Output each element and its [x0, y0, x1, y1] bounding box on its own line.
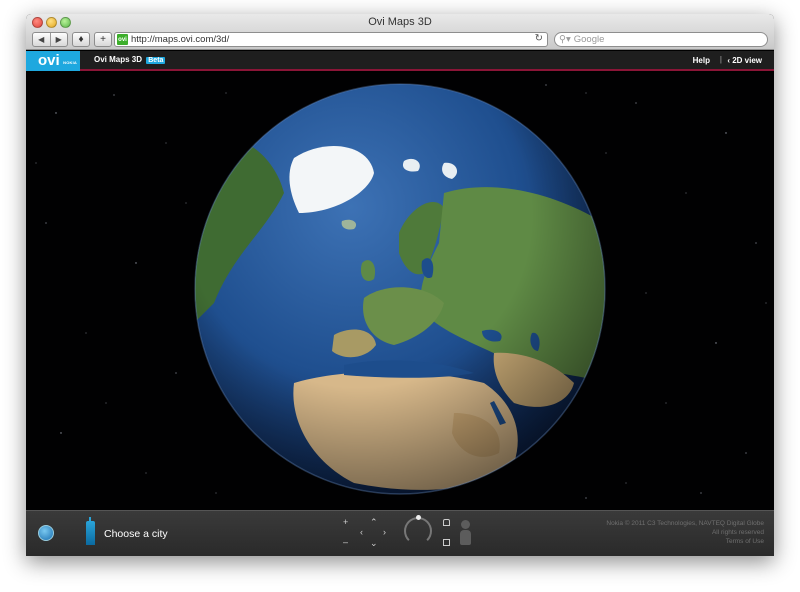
- earth-globe[interactable]: [194, 83, 606, 495]
- credits-line-1: Nokia © 2011 C3 Technologies, NAVTEQ Dig…: [606, 520, 764, 527]
- evernote-extension-icon[interactable]: ♦: [72, 32, 90, 47]
- logo-subtext: NOKIA: [63, 60, 77, 65]
- globe-icon[interactable]: [38, 525, 54, 541]
- control-bar: Choose a city + – ⌃ ‹ › ⌄ Nokia © 2011 C…: [26, 510, 774, 556]
- reload-icon[interactable]: ↻: [535, 33, 543, 44]
- tilt-down-icon[interactable]: [443, 539, 450, 546]
- rotate-compass-control[interactable]: [404, 515, 432, 545]
- url-text: http://maps.ovi.com/3d/: [131, 34, 230, 45]
- browser-window: Ovi Maps 3D ◀ ▶ ♦ + ovi http://maps.ovi.…: [26, 14, 774, 556]
- header-separator: |: [719, 55, 722, 64]
- credits-line-2: All rights reserved: [711, 529, 764, 536]
- back-arrow-icon[interactable]: ◀: [33, 33, 51, 46]
- pan-up-icon[interactable]: ⌃: [370, 517, 378, 528]
- window-title: Ovi Maps 3D: [368, 16, 432, 28]
- search-placeholder: Google: [573, 34, 605, 45]
- ovi-logo[interactable]: ovi NOKIA: [26, 51, 80, 71]
- forward-arrow-icon[interactable]: ▶: [51, 33, 68, 46]
- zoom-out-button[interactable]: –: [343, 537, 348, 547]
- zoom-in-button[interactable]: +: [343, 517, 348, 527]
- app-title: Ovi Maps 3D Beta: [94, 55, 166, 64]
- address-bar[interactable]: ovi http://maps.ovi.com/3d/ ↻: [114, 32, 548, 47]
- pan-down-icon[interactable]: ⌄: [370, 538, 378, 549]
- logo-text: ovi: [38, 52, 60, 69]
- add-bookmark-button[interactable]: +: [94, 32, 112, 47]
- pan-left-icon[interactable]: ‹: [360, 527, 363, 537]
- city-tower-icon[interactable]: [86, 517, 95, 545]
- help-link[interactable]: Help: [693, 56, 710, 65]
- choose-city-button[interactable]: Choose a city: [104, 528, 168, 540]
- app-title-text: Ovi Maps 3D: [94, 55, 143, 64]
- map-credits: Nokia © 2011 C3 Technologies, NAVTEQ Dig…: [606, 519, 764, 546]
- street-view-pegman-icon[interactable]: [460, 520, 472, 546]
- site-favicon: ovi: [117, 34, 128, 45]
- pan-right-icon[interactable]: ›: [383, 527, 386, 537]
- 2d-view-link[interactable]: ‹ 2D view: [727, 56, 762, 65]
- browser-chrome: Ovi Maps 3D ◀ ▶ ♦ + ovi http://maps.ovi.…: [26, 14, 774, 50]
- search-field[interactable]: ⚲▾ Google: [554, 32, 768, 47]
- terms-of-use-link[interactable]: Terms of Use: [606, 537, 764, 546]
- app-header: ovi NOKIA Ovi Maps 3D Beta Help | ‹ 2D v…: [26, 51, 774, 71]
- tilt-up-icon[interactable]: [443, 519, 450, 526]
- beta-badge: Beta: [146, 57, 166, 64]
- search-icon: ⚲▾: [559, 34, 571, 45]
- map-3d-view[interactable]: [26, 73, 774, 510]
- history-nav: ◀ ▶: [32, 32, 68, 47]
